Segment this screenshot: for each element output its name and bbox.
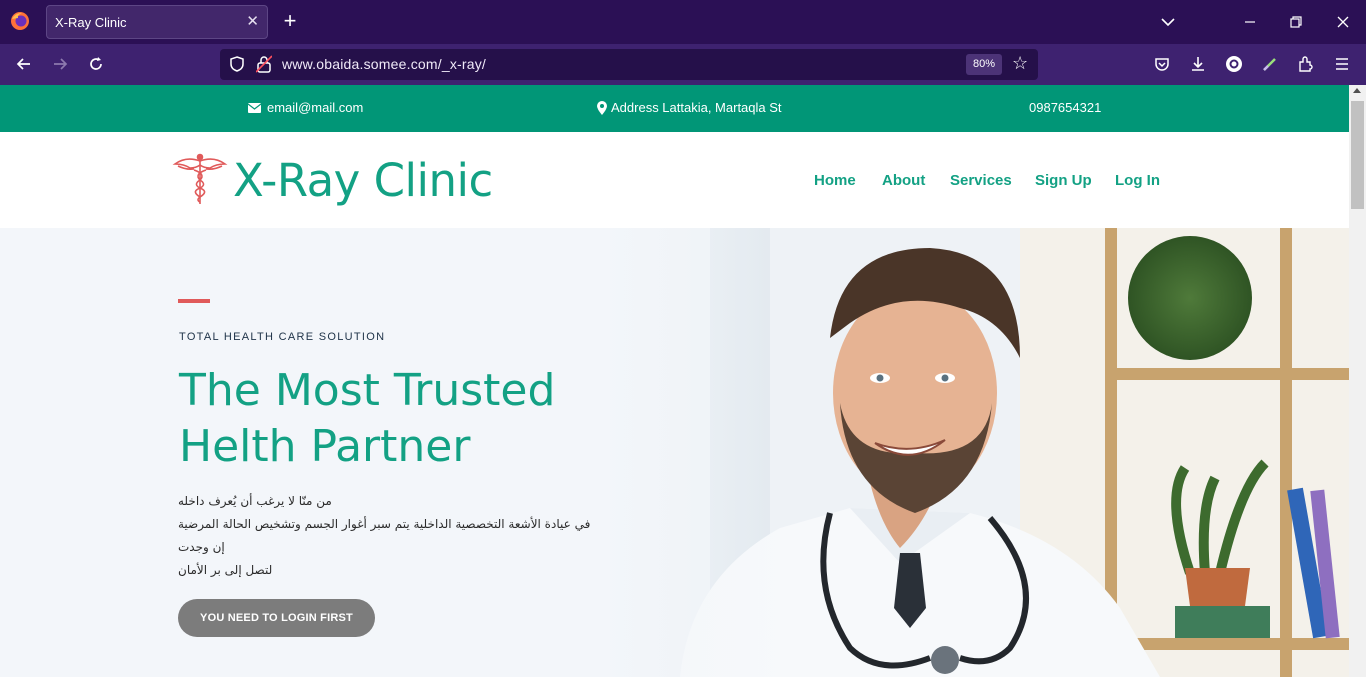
scroll-up-arrow-icon[interactable]: [1353, 88, 1361, 93]
doctor-photo: [600, 228, 1349, 677]
zoom-level-badge[interactable]: 80%: [966, 54, 1002, 75]
accent-line: [178, 299, 210, 303]
page-viewport: email@mail.com Address Lattakia, Martaql…: [0, 85, 1349, 677]
browser-nav-bar: www.obaida.somee.com/_x-ray/ 80% ☆: [0, 44, 1366, 85]
contact-bar: email@mail.com Address Lattakia, Martaql…: [0, 85, 1349, 132]
hero-title: The Most Trusted Helth Partner: [179, 363, 555, 475]
login-required-button[interactable]: YOU NEED TO LOGIN FIRST: [178, 599, 375, 637]
close-window-icon[interactable]: [1333, 12, 1353, 32]
menu-icon[interactable]: [1332, 54, 1352, 74]
back-icon[interactable]: [14, 54, 34, 74]
nav-home[interactable]: Home: [814, 172, 856, 189]
email-text: email@mail.com: [267, 100, 364, 115]
minimize-icon[interactable]: [1240, 12, 1260, 32]
phone-text: 0987654321: [1029, 100, 1102, 115]
lock-insecure-icon[interactable]: [256, 55, 272, 73]
contact-email[interactable]: email@mail.com: [248, 100, 363, 115]
forward-icon[interactable]: [50, 54, 70, 74]
site-header: X-Ray Clinic Home About Services Sign Up…: [0, 132, 1349, 228]
tab-close-icon[interactable]: ✕: [246, 12, 259, 30]
color-picker-icon[interactable]: [1260, 54, 1280, 74]
tab-title: X-Ray Clinic: [55, 15, 127, 30]
browser-tab-active[interactable]: X-Ray Clinic ✕: [46, 5, 268, 39]
account-icon[interactable]: [1224, 54, 1244, 74]
caduceus-logo-icon[interactable]: [172, 152, 228, 206]
restore-icon[interactable]: [1286, 12, 1306, 32]
extensions-icon[interactable]: [1296, 54, 1316, 74]
nav-about[interactable]: About: [882, 172, 925, 189]
envelope-icon: [248, 102, 261, 113]
pocket-icon[interactable]: [1152, 54, 1172, 74]
hero-title-line-2: Helth Partner: [179, 421, 471, 472]
url-text[interactable]: www.obaida.somee.com/_x-ray/: [282, 56, 486, 72]
shield-icon[interactable]: [228, 55, 246, 73]
url-bar[interactable]: www.obaida.somee.com/_x-ray/ 80% ☆: [220, 49, 1038, 80]
page-scrollbar[interactable]: [1349, 85, 1366, 677]
chevron-down-icon[interactable]: [1160, 14, 1176, 30]
hero-title-line-1: The Most Trusted: [179, 365, 556, 416]
reload-icon[interactable]: [86, 54, 106, 74]
nav-sign-up[interactable]: Sign Up: [1035, 172, 1092, 189]
address-text: Address Lattakia, Martaqla St: [611, 100, 782, 115]
scrollbar-thumb[interactable]: [1351, 101, 1364, 209]
bookmark-star-icon[interactable]: ☆: [1012, 53, 1028, 74]
logo-text[interactable]: X-Ray Clinic: [233, 154, 493, 207]
hero-desc-line-2: في عيادة الأشعة التخصصية الداخلية يتم سب…: [178, 517, 591, 554]
hero-desc-line-3: لتصل إلى بر الأمان: [178, 563, 273, 577]
firefox-icon[interactable]: [10, 11, 30, 31]
contact-address: Address Lattakia, Martaqla St: [597, 100, 782, 115]
contact-phone[interactable]: 0987654321: [1029, 100, 1101, 115]
new-tab-button[interactable]: +: [280, 9, 300, 33]
download-icon[interactable]: [1188, 54, 1208, 74]
hero-description: من منّا لا يرغب أن يُعرف داخله في عيادة …: [178, 490, 598, 582]
hero-kicker: TOTAL HEALTH CARE SOLUTION: [179, 331, 386, 343]
map-marker-icon: [597, 100, 607, 115]
browser-tab-bar: X-Ray Clinic ✕ +: [0, 0, 1366, 44]
hero-desc-line-1: من منّا لا يرغب أن يُعرف داخله: [178, 494, 332, 508]
nav-log-in[interactable]: Log In: [1115, 172, 1160, 189]
nav-services[interactable]: Services: [950, 172, 1012, 189]
hero-section: TOTAL HEALTH CARE SOLUTION The Most Trus…: [0, 228, 1349, 677]
